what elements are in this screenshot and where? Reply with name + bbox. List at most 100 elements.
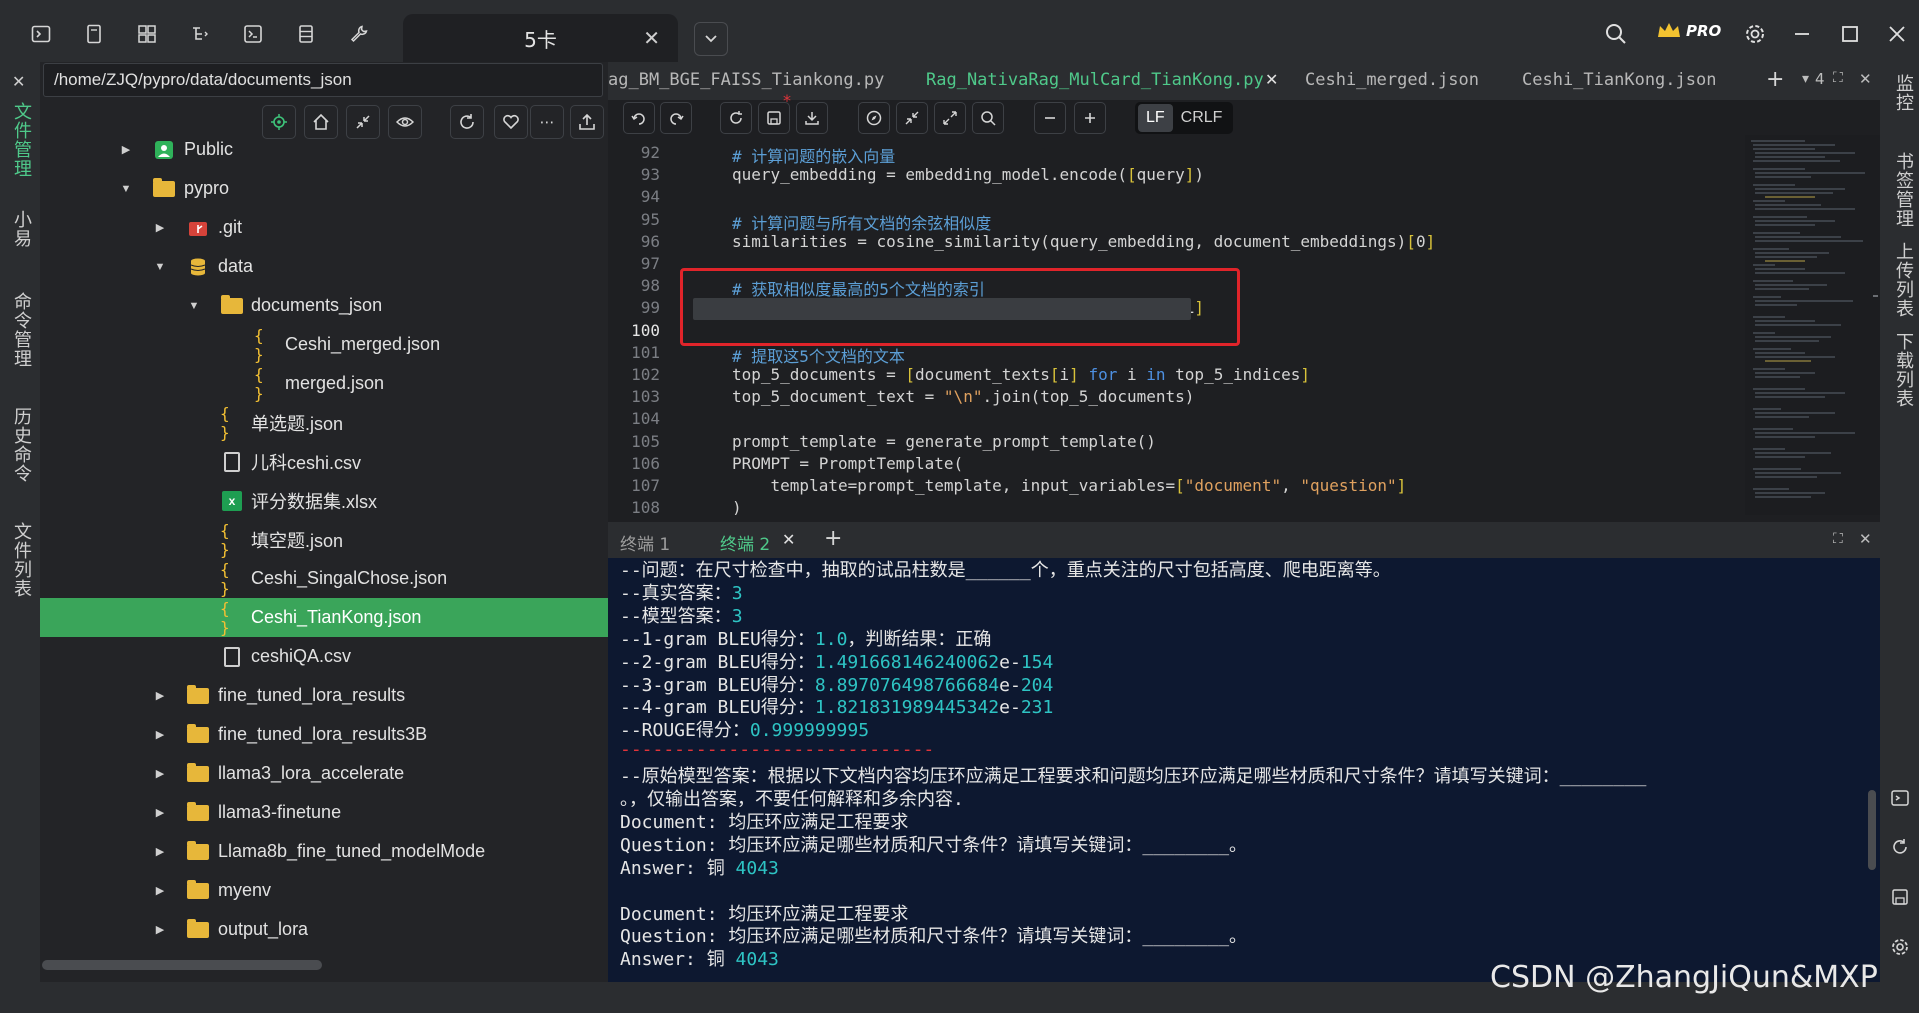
document-icon[interactable] — [82, 22, 106, 46]
collapsed-arrow-icon[interactable]: ▶ — [152, 221, 168, 234]
collapsed-arrow-icon[interactable]: ▶ — [152, 845, 168, 858]
crlf-option[interactable]: CRLF — [1173, 104, 1231, 132]
tree-item[interactable]: x 评分数据集.xlsx — [40, 481, 608, 520]
undo-icon[interactable] — [623, 102, 655, 134]
maximize-terminal-icon[interactable]: ⛶ — [1833, 531, 1843, 547]
tree-item[interactable]: 儿科ceshi.csv — [40, 442, 608, 481]
terminal-tab[interactable]: 终端 1 — [620, 530, 670, 555]
rail-tab-files[interactable]: 文件管理 — [8, 102, 34, 178]
file-panel-scrollbar[interactable] — [42, 960, 322, 970]
terminal-side-icon[interactable] — [1890, 788, 1910, 812]
collapsed-arrow-icon[interactable]: ▶ — [152, 767, 168, 780]
rail-tab-commands[interactable]: 命令管理 — [8, 292, 34, 368]
refresh-side-icon[interactable] — [1890, 837, 1910, 861]
rail-tab-assistant[interactable]: 小易 — [8, 210, 34, 248]
tree-item[interactable]: ▼ documents_json — [40, 286, 608, 325]
minimap[interactable] — [1745, 135, 1880, 515]
tree-item[interactable]: { } Ceshi_merged.json — [40, 325, 608, 364]
expand-icon[interactable] — [934, 102, 966, 134]
tree-item[interactable]: ▶ output_lora — [40, 910, 608, 949]
grid-icon[interactable] — [135, 22, 159, 46]
rail-tab-uploads[interactable]: 上传列表 — [1890, 242, 1916, 318]
tree-item[interactable]: { } merged.json — [40, 364, 608, 403]
search-icon[interactable] — [1604, 22, 1628, 46]
tree-icon[interactable] — [188, 22, 212, 46]
wrench-icon[interactable] — [347, 22, 371, 46]
editor-tab[interactable]: ag_BM_BGE_FAISS_Tiankong.py — [608, 70, 884, 90]
rail-tab-bookmarks[interactable]: 书签管理 — [1890, 152, 1916, 228]
tree-item[interactable]: { } Ceshi_SingalChose.json — [40, 559, 608, 598]
close-terminal-tab-icon[interactable]: ✕ — [782, 530, 795, 549]
new-terminal-icon[interactable]: + — [824, 526, 842, 551]
editor-tab-active[interactable]: Rag_NativaRag_MulCard_TianKong.py — [926, 70, 1264, 90]
collapsed-arrow-icon[interactable]: ▶ — [152, 806, 168, 819]
redo-icon[interactable] — [660, 102, 692, 134]
collapsed-arrow-icon[interactable]: ▶ — [152, 884, 168, 897]
gear-icon[interactable] — [1743, 22, 1767, 46]
tab-list-icon[interactable]: ▾ — [1802, 71, 1809, 87]
settings-side-icon[interactable] — [1890, 937, 1910, 961]
close-icon[interactable]: ✕ — [643, 26, 660, 50]
tree-item-label: 填空题.json — [251, 530, 344, 551]
new-tab-icon[interactable]: + — [1766, 67, 1784, 92]
tree-item[interactable]: ▶ fine_tuned_lora_results — [40, 676, 608, 715]
terminal-scrollbar[interactable] — [1868, 790, 1876, 870]
tree-item[interactable]: ▶ llama3_lora_accelerate — [40, 754, 608, 793]
editor-tab[interactable]: Ceshi_TianKong.json — [1522, 70, 1716, 90]
lf-option[interactable]: LF — [1138, 104, 1173, 132]
maximize-editor-icon[interactable]: ⛶ — [1833, 70, 1843, 86]
line-ending-toggle[interactable]: LF CRLF — [1135, 102, 1233, 134]
folder-icon — [186, 801, 210, 823]
tree-item[interactable]: ▶ myenv — [40, 871, 608, 910]
editor-tab[interactable]: Ceshi_merged.json — [1305, 70, 1479, 90]
terminal-output[interactable]: --问题：在尺寸检查中，抽取的试品柱数是______个，重点关注的尺寸包括高度、… — [608, 558, 1880, 982]
expanded-arrow-icon[interactable]: ▼ — [186, 300, 202, 312]
collapsed-arrow-icon[interactable]: ▶ — [118, 143, 134, 156]
close-panel-icon[interactable]: ✕ — [12, 72, 25, 91]
rail-tab-downloads[interactable]: 下载列表 — [1890, 332, 1916, 408]
tree-item[interactable]: ▶ llama3-finetune — [40, 793, 608, 832]
tree-item[interactable]: { } 单选题.json — [40, 403, 608, 442]
collapsed-arrow-icon[interactable]: ▶ — [152, 728, 168, 741]
tree-item[interactable]: ▶ Public — [40, 130, 608, 169]
maximize-icon[interactable] — [1838, 22, 1862, 46]
tree-item-selected[interactable]: { } Ceshi_TianKong.json — [40, 598, 608, 637]
terminal-tab-active[interactable]: 终端 2 — [720, 530, 770, 555]
download-icon[interactable] — [796, 102, 828, 134]
zoom-out-icon[interactable] — [1034, 102, 1066, 134]
zoom-in-icon[interactable] — [1074, 102, 1106, 134]
save-icon[interactable]: * — [758, 91, 791, 134]
collapsed-arrow-icon[interactable]: ▶ — [152, 689, 168, 702]
expanded-arrow-icon[interactable]: ▼ — [118, 183, 134, 195]
close-terminal-icon[interactable]: ✕ — [1859, 530, 1872, 548]
find-icon[interactable] — [972, 102, 1004, 134]
tree-item[interactable]: ▶ fine_tuned_lora_results3B — [40, 715, 608, 754]
tree-item[interactable]: ▶ .git — [40, 208, 608, 247]
rail-tab-history[interactable]: 历史命令 — [8, 407, 34, 483]
close-tab-icon[interactable]: ✕ — [1265, 70, 1278, 89]
save-side-icon[interactable] — [1890, 887, 1910, 911]
collapse-all-icon[interactable] — [896, 102, 928, 134]
tree-item[interactable]: { } 填空题.json — [40, 520, 608, 559]
path-input[interactable] — [43, 63, 603, 97]
tree-item[interactable]: ▼ pypro — [40, 169, 608, 208]
tree-item[interactable]: ▶ Llama8b_fine_tuned_modelMode — [40, 832, 608, 871]
tree-item[interactable]: ceshiQA.csv — [40, 637, 608, 676]
tab-session[interactable]: 5卡 ✕ — [403, 14, 678, 62]
minimize-icon[interactable] — [1790, 22, 1814, 46]
console-icon[interactable] — [241, 22, 265, 46]
pro-badge[interactable]: PRO — [1652, 18, 1729, 44]
close-editor-icon[interactable]: ✕ — [1859, 70, 1872, 88]
compass-icon[interactable] — [858, 102, 890, 134]
storage-icon[interactable] — [294, 22, 318, 46]
chevron-down-icon[interactable] — [694, 22, 728, 56]
rail-tab-file-list[interactable]: 文件列表 — [8, 522, 34, 598]
expanded-arrow-icon[interactable]: ▼ — [152, 261, 168, 273]
close-window-icon[interactable] — [1885, 22, 1909, 46]
rail-tab-monitor[interactable]: 监控 — [1890, 74, 1916, 112]
line-number: 101 — [631, 342, 660, 362]
terminal-icon[interactable] — [29, 22, 53, 46]
reload-icon[interactable] — [720, 102, 752, 134]
tree-item[interactable]: ▼ data — [40, 247, 608, 286]
collapsed-arrow-icon[interactable]: ▶ — [152, 923, 168, 936]
